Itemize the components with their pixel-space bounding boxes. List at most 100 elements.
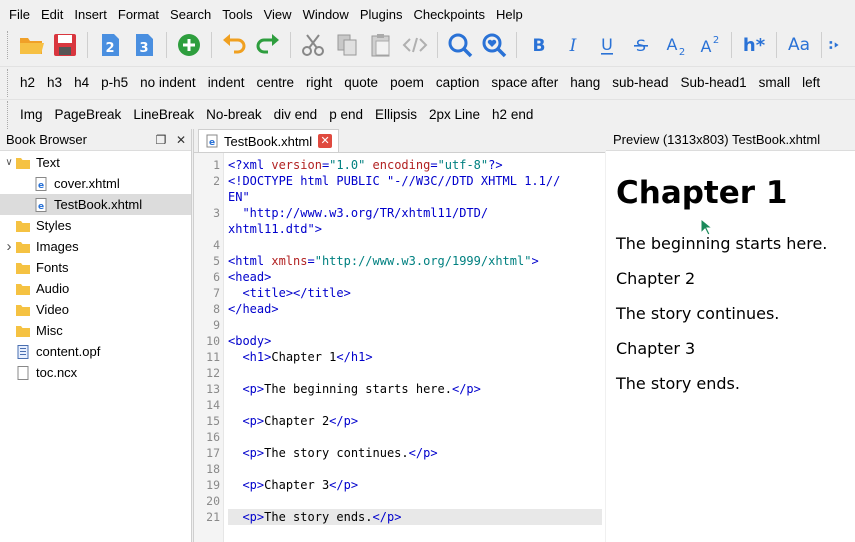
float-panel-icon[interactable]: ❐ (151, 133, 171, 147)
clip-h3[interactable]: h3 (41, 69, 68, 97)
menu-checkpoints[interactable]: Checkpoints (408, 4, 490, 26)
tree-item-label: toc.ncx (36, 365, 78, 380)
line-number (194, 221, 220, 237)
line-number: 5 (213, 254, 220, 268)
cut-button[interactable] (296, 28, 330, 62)
tab-testbook[interactable]: e TestBook.xhtml ✕ (198, 129, 340, 152)
menu-help[interactable]: Help (491, 4, 528, 26)
tree-item[interactable]: e TestBook.xhtml (0, 194, 191, 215)
preview-body[interactable]: Chapter 1 The beginning starts here. Cha… (606, 151, 855, 542)
open-button[interactable] (14, 28, 48, 62)
tree-item[interactable]: Styles (0, 215, 191, 236)
code-tag-button[interactable] (398, 28, 432, 62)
code-area[interactable]: 1 2 3 4 5 6 7 8 9 10 11 12 13 14 15 16 17 18 19 20 21 <?xml … (194, 153, 605, 542)
tree-item[interactable]: Video (0, 299, 191, 320)
clip-caption[interactable]: caption (430, 69, 486, 97)
line-number: 3 (213, 206, 220, 220)
tree-item[interactable]: ∨ Text (0, 152, 191, 173)
close-tab-icon[interactable]: ✕ (318, 134, 333, 148)
clip-img[interactable]: Img (14, 102, 49, 128)
toolbar-grip[interactable] (7, 100, 11, 129)
code-line: <p>The beginning starts here.</p> (242, 382, 481, 396)
menu-format[interactable]: Format (113, 4, 164, 26)
clip-centre[interactable]: centre (250, 69, 300, 97)
clip-2px-line[interactable]: 2px Line (423, 102, 486, 128)
toolbar-grip[interactable] (7, 68, 11, 97)
menu-view[interactable]: View (259, 4, 297, 26)
toolbar-separator (821, 32, 822, 58)
clip-sub-head[interactable]: sub-head (606, 69, 674, 97)
menu-search[interactable]: Search (165, 4, 216, 26)
line-number: 1 (213, 158, 220, 172)
paste-button[interactable] (364, 28, 398, 62)
tree-item[interactable]: Fonts (0, 257, 191, 278)
bold-button[interactable]: B (522, 28, 556, 62)
tree-item-label: Styles (36, 218, 72, 233)
copy-button[interactable] (330, 28, 364, 62)
clip-p-end[interactable]: p end (323, 102, 369, 128)
toolbar-overflow-button[interactable] (827, 28, 845, 62)
chevron-down-icon[interactable]: ∨ (3, 157, 15, 168)
clip-no-break[interactable]: No-break (200, 102, 268, 128)
tree-item[interactable]: e cover.xhtml (0, 173, 191, 194)
clip-left[interactable]: left (796, 69, 826, 97)
change-case-button[interactable]: Aa (782, 28, 816, 62)
clip-indent[interactable]: indent (202, 69, 251, 97)
clip-poem[interactable]: poem (384, 69, 430, 97)
line-number: 21 (206, 510, 220, 524)
close-panel-icon[interactable]: ✕ (171, 133, 191, 147)
tree-item[interactable]: › Images (0, 236, 191, 257)
clip-h4[interactable]: h4 (68, 69, 95, 97)
clip-ellipsis[interactable]: Ellipsis (369, 102, 423, 128)
menu-window[interactable]: Window (298, 4, 354, 26)
italic-button[interactable]: I (556, 28, 590, 62)
add-css-file-button[interactable]: 3 (127, 28, 161, 62)
chevron-right-icon[interactable]: › (3, 238, 15, 255)
clip-quote[interactable]: quote (338, 69, 384, 97)
find-button[interactable] (443, 28, 477, 62)
menu-file[interactable]: File (4, 4, 35, 26)
add-html-file-button[interactable]: 2 (93, 28, 127, 62)
toolbar-grip[interactable] (7, 31, 11, 59)
clip-sub-head1[interactable]: Sub-head1 (675, 69, 753, 97)
clip-space-after[interactable]: space after (485, 69, 564, 97)
subscript-button[interactable]: A2 (658, 28, 692, 62)
heading-style-button[interactable]: h* (737, 28, 771, 62)
tree-item[interactable]: toc.ncx (0, 362, 191, 383)
menu-edit[interactable]: Edit (36, 4, 68, 26)
strikethrough-icon: S (634, 36, 648, 55)
clip-pagebreak[interactable]: PageBreak (49, 102, 128, 128)
menu-tools[interactable]: Tools (217, 4, 257, 26)
xhtml-file-icon: e (206, 134, 218, 148)
tree-item[interactable]: content.opf (0, 341, 191, 362)
tree-item[interactable]: Misc (0, 320, 191, 341)
clip-small[interactable]: small (753, 69, 797, 97)
clip-hang[interactable]: hang (564, 69, 606, 97)
menu-plugins[interactable]: Plugins (355, 4, 408, 26)
tree-item-label: content.opf (36, 344, 101, 359)
clip-no-indent[interactable]: no indent (134, 69, 202, 97)
clip-h2[interactable]: h2 (14, 69, 41, 97)
underline-icon: U (601, 35, 613, 55)
clip-h2-end[interactable]: h2 end (486, 102, 539, 128)
folder-icon (15, 261, 31, 275)
clip-right[interactable]: right (300, 69, 338, 97)
toolbar-separator (731, 32, 732, 58)
superscript-button[interactable]: A2 (692, 28, 726, 62)
menu-insert[interactable]: Insert (69, 4, 112, 26)
undo-button[interactable] (217, 28, 251, 62)
strikethrough-button[interactable]: S (624, 28, 658, 62)
save-button[interactable] (48, 28, 82, 62)
add-existing-button[interactable] (172, 28, 206, 62)
svg-text:A: A (701, 37, 712, 56)
tree-item[interactable]: Audio (0, 278, 191, 299)
redo-button[interactable] (251, 28, 285, 62)
clip-p-h5[interactable]: p-h5 (95, 69, 134, 97)
xhtml-file-icon: e (33, 176, 49, 191)
find-spell-button[interactable] (477, 28, 511, 62)
underline-button[interactable]: U (590, 28, 624, 62)
clip-div-end[interactable]: div end (268, 102, 324, 128)
clip-linebreak[interactable]: LineBreak (127, 102, 200, 128)
